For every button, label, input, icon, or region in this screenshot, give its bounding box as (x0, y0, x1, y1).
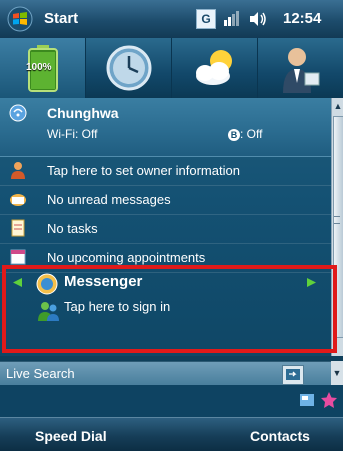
softkey-left-speed-dial[interactable]: Speed Dial (35, 428, 107, 444)
owner-row[interactable]: Tap here to set owner information (0, 156, 331, 186)
icon-strip: 100% (0, 38, 343, 98)
softkey-bar: Speed Dial Contacts (0, 417, 343, 451)
wifi-status: Wi-Fi: Off (47, 127, 98, 141)
search-icon (286, 369, 300, 380)
messenger-icon (36, 273, 58, 295)
network-g-icon[interactable]: G (196, 9, 216, 29)
contact-tile[interactable] (258, 38, 343, 98)
wireless-icon (9, 104, 27, 122)
messages-row[interactable]: No unread messages (0, 185, 331, 215)
tasks-row[interactable]: No tasks (0, 214, 331, 244)
volume-icon[interactable] (248, 10, 268, 28)
signal-strength-icon[interactable] (223, 10, 241, 28)
status-icons[interactable]: G (196, 7, 268, 31)
live-search-input[interactable]: Live Search (6, 366, 75, 381)
messenger-people-icon (38, 302, 59, 321)
owner-text: Tap here to set owner information (47, 163, 240, 178)
calendar-icon (10, 249, 26, 265)
favorites-star-icon[interactable] (320, 391, 338, 409)
person-icon (282, 48, 319, 93)
carrier-row[interactable]: Chunghwa Wi-Fi: Off B: Off (0, 98, 331, 157)
messenger-panel[interactable]: Messenger Tap here to sign in (2, 265, 337, 353)
tasks-text: No tasks (47, 221, 98, 236)
carrier-name: Chunghwa (47, 105, 119, 121)
title-bar: Start G 12:54 (0, 0, 343, 39)
weather-tile[interactable] (172, 38, 258, 98)
arrow-left-icon[interactable] (12, 277, 23, 288)
search-dropdown-icon[interactable]: ▼ (331, 361, 343, 385)
tray (0, 385, 343, 417)
bluetooth-status: B: Off (228, 127, 262, 141)
tray-app-icon[interactable] (298, 391, 316, 409)
tasks-icon (11, 219, 25, 237)
clock-tile[interactable] (86, 38, 172, 98)
arrow-right-icon[interactable] (306, 277, 317, 288)
start-menu-button[interactable]: Start (44, 10, 78, 27)
bluetooth-icon: B (228, 129, 240, 141)
messages-text: No unread messages (47, 192, 171, 207)
messages-icon (10, 194, 26, 206)
search-go-button[interactable] (282, 365, 304, 385)
appointments-text: No upcoming appointments (47, 250, 206, 265)
messenger-signin-link[interactable]: Tap here to sign in (64, 299, 170, 314)
live-search-bar[interactable]: Live Search (0, 361, 331, 386)
clock[interactable]: 12:54 (283, 10, 321, 27)
windows-start-icon[interactable] (6, 6, 34, 32)
messenger-title: Messenger (64, 273, 143, 290)
clock-icon (106, 45, 151, 91)
owner-icon (11, 162, 25, 179)
softkey-right-contacts[interactable]: Contacts (250, 428, 310, 444)
battery-percent: 100% (26, 62, 52, 73)
weather-icon (195, 50, 232, 85)
battery-tile[interactable]: 100% (0, 38, 86, 98)
scroll-up-icon[interactable]: ▲ (332, 100, 343, 112)
scroll-grip (334, 216, 340, 224)
